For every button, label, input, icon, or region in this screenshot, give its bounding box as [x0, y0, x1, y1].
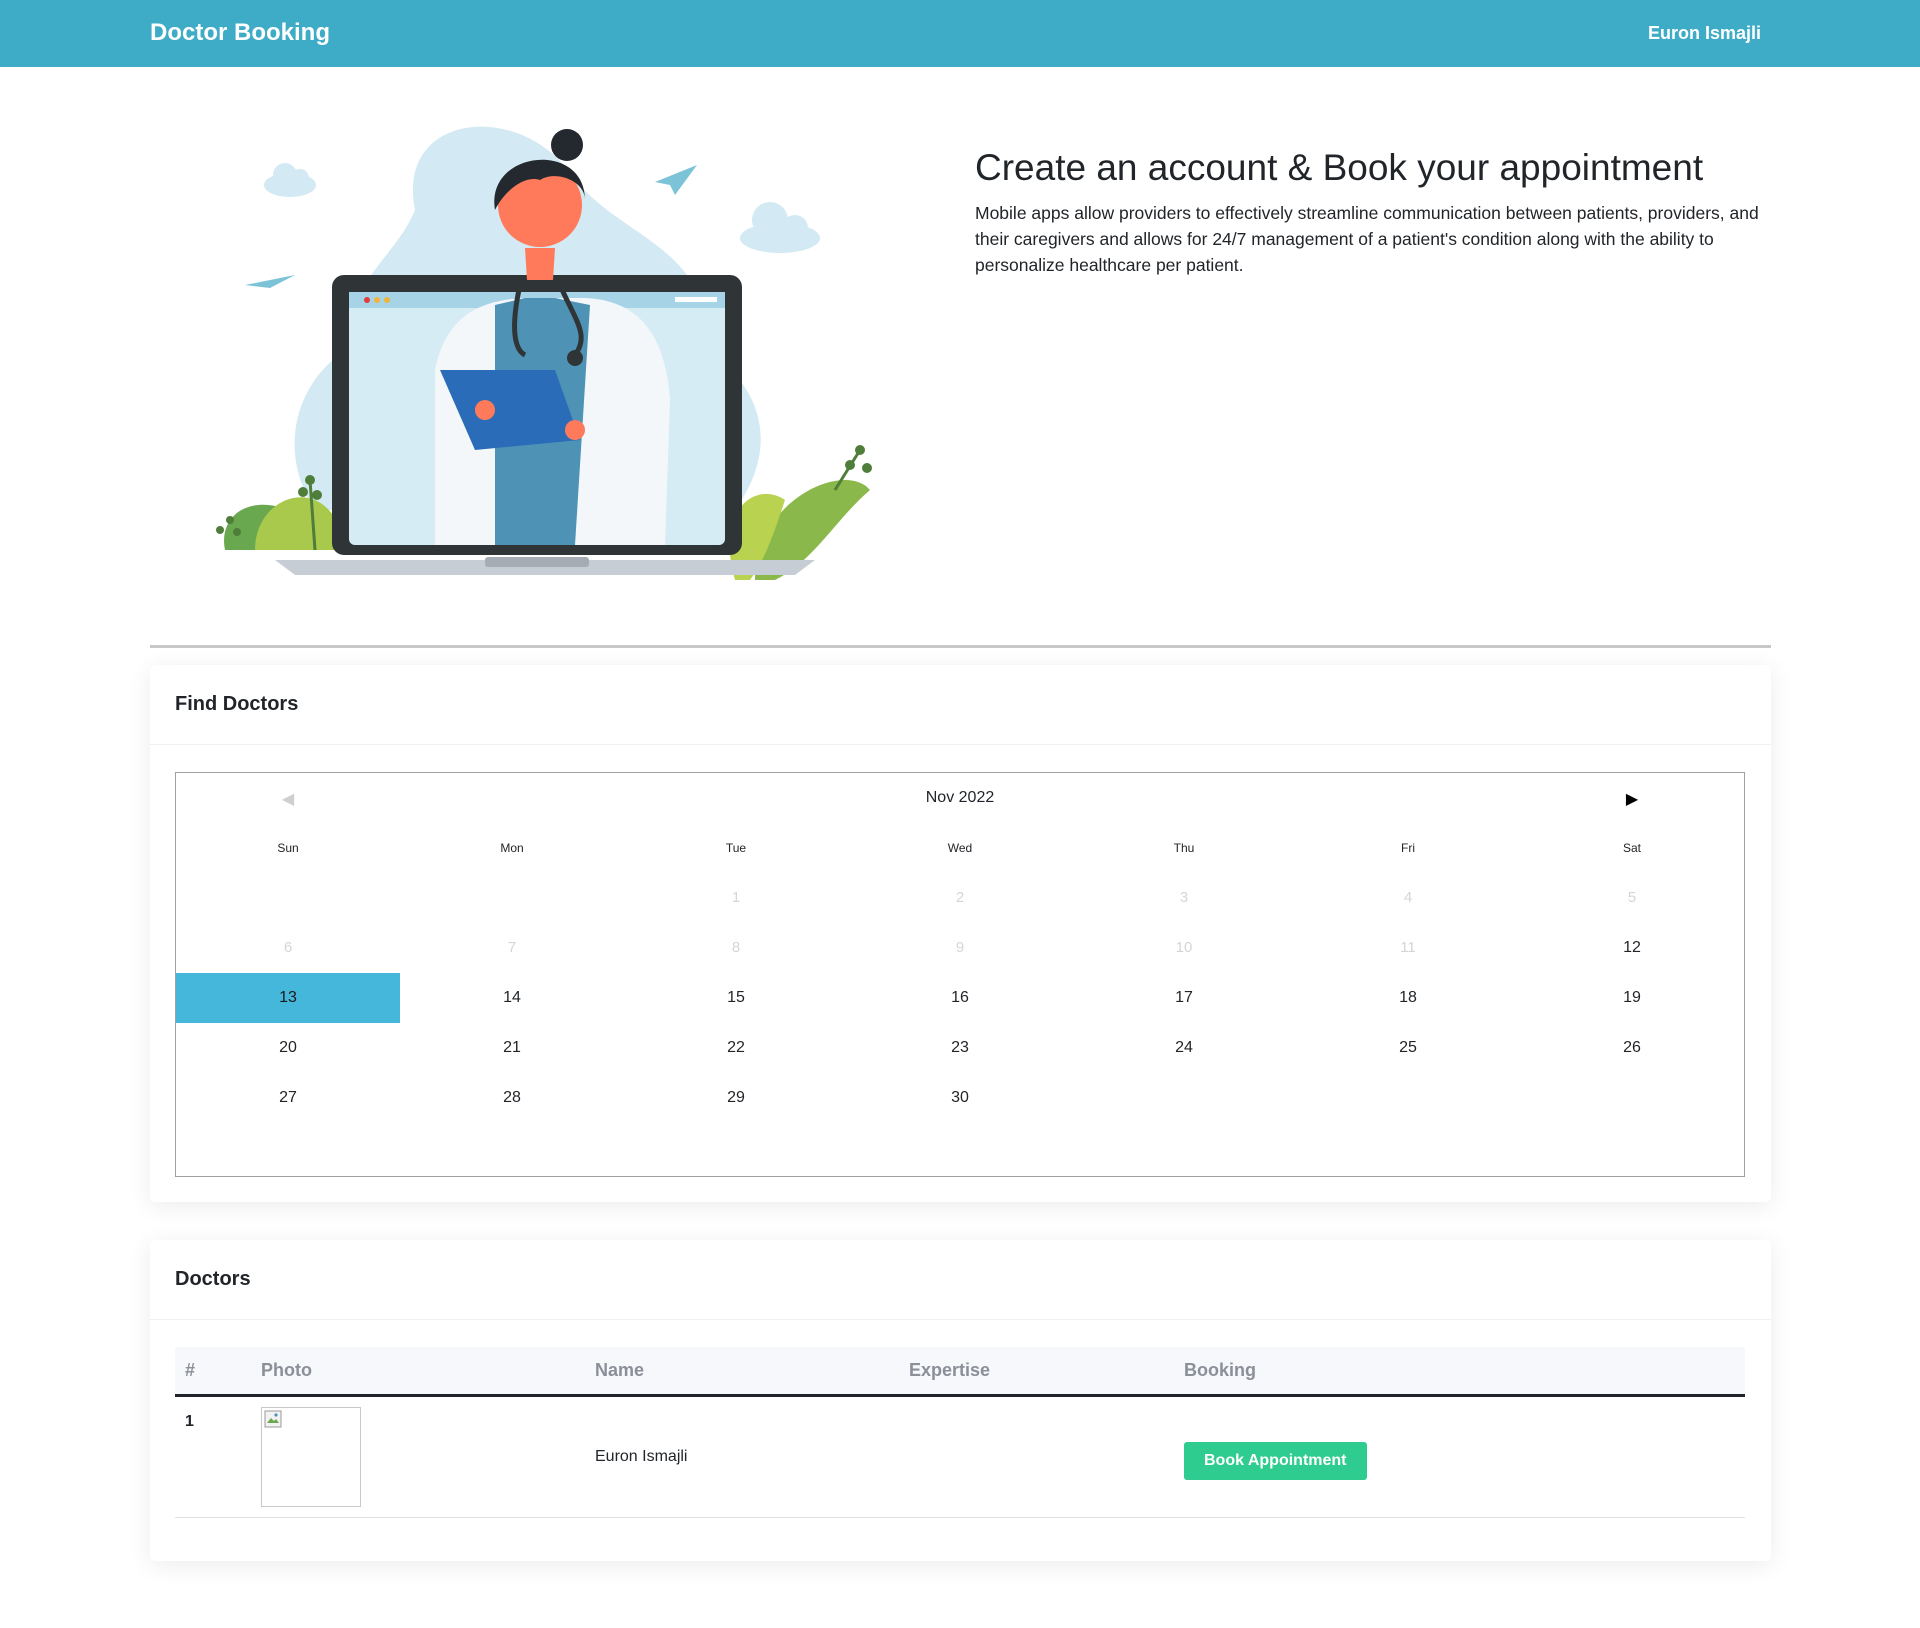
column-header-booking: Booking [1174, 1347, 1745, 1397]
user-name-link[interactable]: Euron Ismajli [1648, 21, 1761, 45]
calendar-day-6: 6 [283, 939, 293, 956]
calendar-navigation: ◀ Nov 2022 ▶ [176, 773, 1744, 823]
calendar-day-12[interactable]: 12 [1520, 923, 1744, 973]
doctors-table: # Photo Name Expertise Booking 1 Euron I… [175, 1347, 1745, 1518]
weekday-mon: Mon [500, 841, 524, 855]
row-expertise [899, 1395, 1174, 1518]
calendar: ◀ Nov 2022 ▶ Sun Mon Tue Wed Thu Fri Sat… [175, 772, 1745, 1177]
calendar-day-26[interactable]: 26 [1520, 1023, 1744, 1073]
calendar-day-11: 11 [1400, 939, 1416, 956]
paper-plane-icon [245, 275, 295, 288]
column-header-expertise: Expertise [899, 1347, 1174, 1397]
calendar-day-15[interactable]: 15 [624, 973, 848, 1023]
paper-plane-icon [655, 165, 697, 195]
find-doctors-header: Find Doctors [150, 665, 1771, 745]
prev-month-button[interactable]: ◀ [176, 773, 400, 823]
column-header-photo: Photo [251, 1347, 585, 1397]
calendar-day-30[interactable]: 30 [848, 1073, 1072, 1123]
calendar-day-22[interactable]: 22 [624, 1023, 848, 1073]
calendar-day-3: 3 [1179, 889, 1189, 906]
calendar-day-9: 9 [955, 939, 965, 956]
calendar-day-7: 7 [507, 939, 517, 956]
doctor-laptop-illustration [216, 126, 872, 580]
calendar-empty-cell [400, 873, 624, 923]
hero-title: Create an account & Book your appointmen… [975, 147, 1704, 188]
broken-image-icon [264, 1410, 282, 1427]
calendar-day-29[interactable]: 29 [624, 1073, 848, 1123]
weekday-wed: Wed [947, 841, 973, 855]
calendar-day-14[interactable]: 14 [400, 973, 624, 1023]
column-header-name: Name [585, 1347, 899, 1397]
row-number: 1 [175, 1395, 251, 1518]
calendar-day-16[interactable]: 16 [848, 973, 1072, 1023]
doctor-photo [261, 1406, 361, 1507]
calendar-day-5: 5 [1627, 889, 1637, 906]
weekday-sun: Sun [277, 841, 299, 855]
brand-link[interactable]: Doctor Booking [150, 18, 330, 48]
calendar-day-19[interactable]: 19 [1520, 973, 1744, 1023]
navbar: Doctor Booking Euron Ismajli [0, 0, 1920, 67]
calendar-day-10: 10 [1175, 939, 1193, 956]
calendar-day-20[interactable]: 20 [176, 1023, 400, 1073]
table-row: 1 Euron Ismajli Book Appointment [175, 1395, 1745, 1518]
weekday-tue: Tue [725, 841, 747, 855]
weekday-fri: Fri [1401, 841, 1415, 855]
find-doctors-card: Find Doctors ◀ Nov 2022 ▶ Sun Mon Tue We… [150, 665, 1771, 1202]
book-appointment-button[interactable]: Book Appointment [1184, 1441, 1367, 1480]
calendar-day-25[interactable]: 25 [1296, 1023, 1520, 1073]
hero-description: Mobile apps allow providers to effective… [975, 203, 1759, 275]
doctors-header: Doctors [150, 1240, 1771, 1320]
weekday-sat: Sat [1622, 841, 1641, 855]
weekday-thu: Thu [1173, 841, 1195, 855]
calendar-day-1: 1 [731, 889, 741, 906]
row-name: Euron Ismajli [585, 1395, 899, 1518]
calendar-month-label[interactable]: Nov 2022 [400, 773, 1520, 823]
doctors-card: Doctors # Photo Name Expertise Booking 1 [150, 1240, 1771, 1561]
calendar-day-23[interactable]: 23 [848, 1023, 1072, 1073]
calendar-day-27[interactable]: 27 [176, 1073, 400, 1123]
calendar-day-4: 4 [1403, 889, 1413, 906]
calendar-empty-cell [176, 873, 400, 923]
calendar-day-24[interactable]: 24 [1072, 1023, 1296, 1073]
calendar-day-28[interactable]: 28 [400, 1073, 624, 1123]
calendar-day-21[interactable]: 21 [400, 1023, 624, 1073]
row-photo-cell [251, 1395, 585, 1518]
row-booking-cell: Book Appointment [1174, 1395, 1745, 1518]
table-header-row: # Photo Name Expertise Booking [175, 1347, 1745, 1397]
calendar-day-18[interactable]: 18 [1296, 973, 1520, 1023]
column-header-number: # [175, 1347, 251, 1397]
calendar-day-13[interactable]: 13 [176, 973, 400, 1023]
calendar-day-8: 8 [731, 939, 741, 956]
doctors-title: Doctors [175, 1268, 251, 1290]
calendar-days-grid: 1 2 3 4 5 6 7 8 9 10 11 12 13 14 15 16 17 18 19 20 21 22 23 24 2… [176, 873, 1744, 1123]
calendar-day-17[interactable]: 17 [1072, 973, 1296, 1023]
find-doctors-title: Find Doctors [175, 693, 299, 715]
next-month-button[interactable]: ▶ [1520, 773, 1744, 823]
section-divider [150, 645, 1771, 648]
calendar-weekdays: Sun Mon Tue Wed Thu Fri Sat [176, 823, 1744, 873]
calendar-day-2: 2 [955, 889, 965, 906]
